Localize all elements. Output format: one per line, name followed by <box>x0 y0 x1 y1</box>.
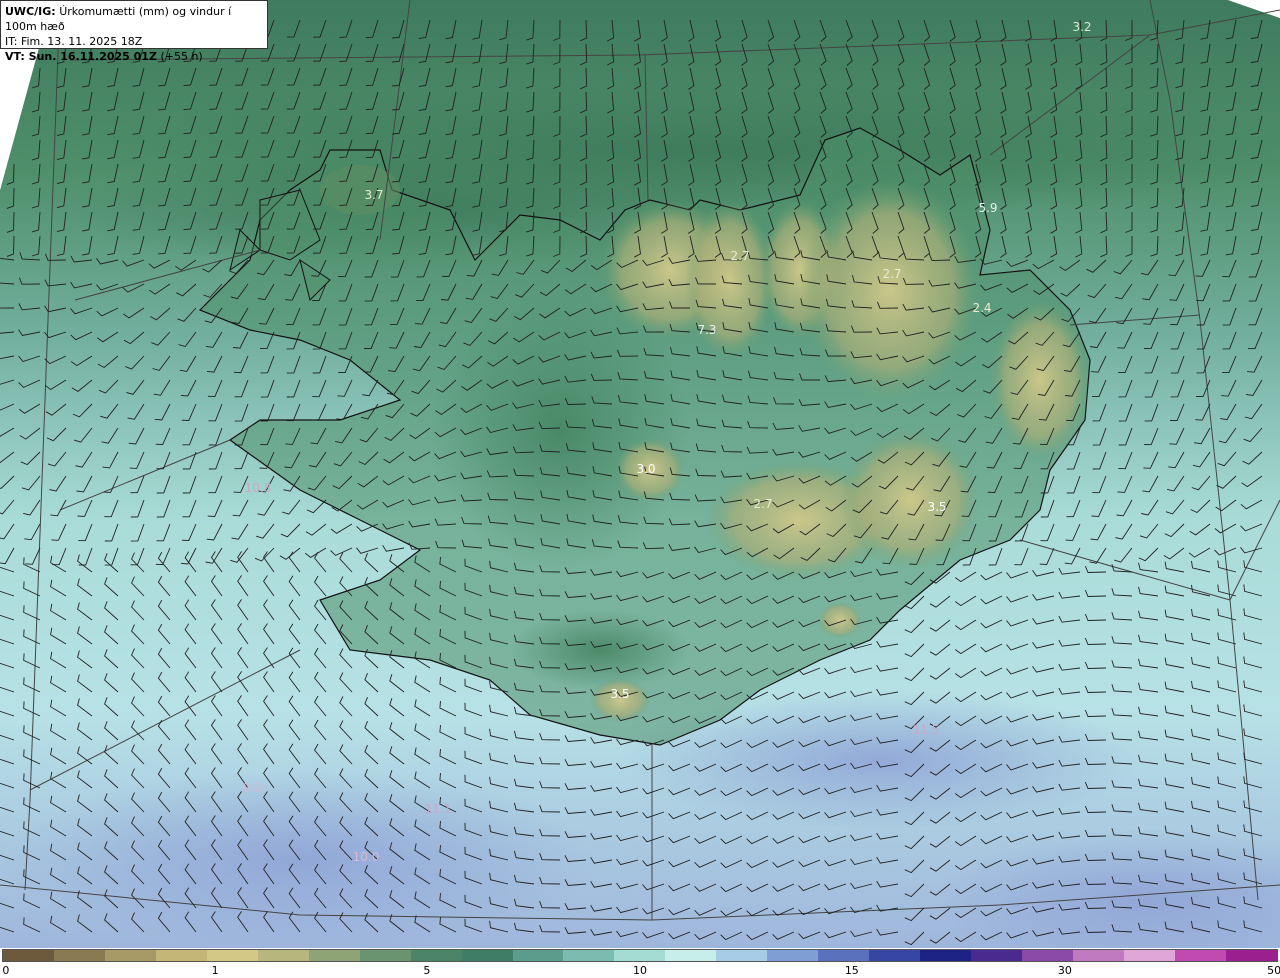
issue-time: IT: Fim. 13. 11. 2025 18Z <box>5 35 143 48</box>
colorbar-segment <box>1022 950 1074 961</box>
precip-value-label: 3.2 <box>1072 20 1091 34</box>
colorbar-segment <box>1073 950 1124 961</box>
precip-value-label: 3.7 <box>364 188 383 202</box>
colorbar-segment <box>206 950 258 961</box>
precip-value-label: 5.9 <box>978 201 997 215</box>
colorbar: 0 1 5 10 15 30 50 <box>0 948 1280 978</box>
precip-value-label: 2.7 <box>730 249 749 263</box>
precip-value-label: 3.5 <box>927 500 946 514</box>
colorbar-segment <box>767 950 819 961</box>
precip-value-label: 10.8 <box>245 481 272 495</box>
colorbar-segment <box>869 950 921 961</box>
colorbar-segment <box>920 950 972 961</box>
colorbar-segment <box>53 950 105 961</box>
title-line: UWC/IG: Úrkomumætti (mm) og vindur í 100… <box>5 4 263 34</box>
colorbar-tick-label: 30 <box>1057 964 1072 977</box>
lead-time: (+55 h) <box>160 50 203 63</box>
colorbar-segment <box>1123 950 1175 961</box>
colorbar-segment <box>1225 950 1277 961</box>
colorbar-segment <box>971 950 1023 961</box>
precip-value-label: 7.3 <box>697 323 716 337</box>
colorbar-segment <box>563 950 615 961</box>
colorbar-segment <box>308 950 360 961</box>
precip-value-label: 10.0 <box>353 850 380 864</box>
colorbar-segment <box>665 950 717 961</box>
precip-value-label: 11.1 <box>425 802 452 816</box>
colorbar-segment <box>359 950 411 961</box>
precip-value-label: 2.7 <box>753 497 772 511</box>
precip-value-label: 9.9 <box>242 781 261 795</box>
model-label: UWC/IG: <box>5 5 56 18</box>
precip-value-label: 2.4 <box>972 301 991 315</box>
colorbar-strip <box>2 949 1278 962</box>
precip-value-label: 3.5 <box>610 687 629 701</box>
precip-value-label: 2.7 <box>882 267 901 281</box>
precip-value-label: 11.5 <box>913 723 940 737</box>
colorbar-tick-label: 1 <box>211 964 219 977</box>
colorbar-tick-label: 10 <box>633 964 647 977</box>
colorbar-tick-label: 50 <box>1267 964 1280 977</box>
colorbar-tick-label: 15 <box>844 964 859 977</box>
colorbar-tick-label: 5 <box>423 964 431 977</box>
colorbar-segment <box>818 950 870 961</box>
colorbar-segment <box>155 950 207 961</box>
weather-map: 3.2 3.7 5.9 2.7 2.7 2.4 7.3 3.0 10.8 2.7 3.5 3.5 11.… <box>0 0 1280 948</box>
colorbar-segment <box>716 950 768 961</box>
colorbar-tick-label: 0 <box>2 964 10 977</box>
colorbar-segment <box>461 950 513 961</box>
colorbar-segment <box>614 950 666 961</box>
map-canvas: 3.2 3.7 5.9 2.7 2.7 2.4 7.3 3.0 10.8 2.7 3.5 3.5 11.… <box>0 0 1280 948</box>
colorbar-segment <box>410 950 462 961</box>
precip-value-label: 3.0 <box>636 462 655 476</box>
valid-time-line: VT: Sun. 16.11.2025 01Z (+55 h) <box>5 49 263 64</box>
map-title-box: UWC/IG: Úrkomumætti (mm) og vindur í 100… <box>0 0 268 63</box>
colorbar-segment <box>1174 950 1226 961</box>
colorbar-segment <box>257 950 309 961</box>
colorbar-segment <box>3 950 54 961</box>
colorbar-segment <box>512 950 564 961</box>
valid-time: VT: Sun. 16.11.2025 01Z <box>5 50 157 63</box>
colorbar-segment <box>104 950 156 961</box>
